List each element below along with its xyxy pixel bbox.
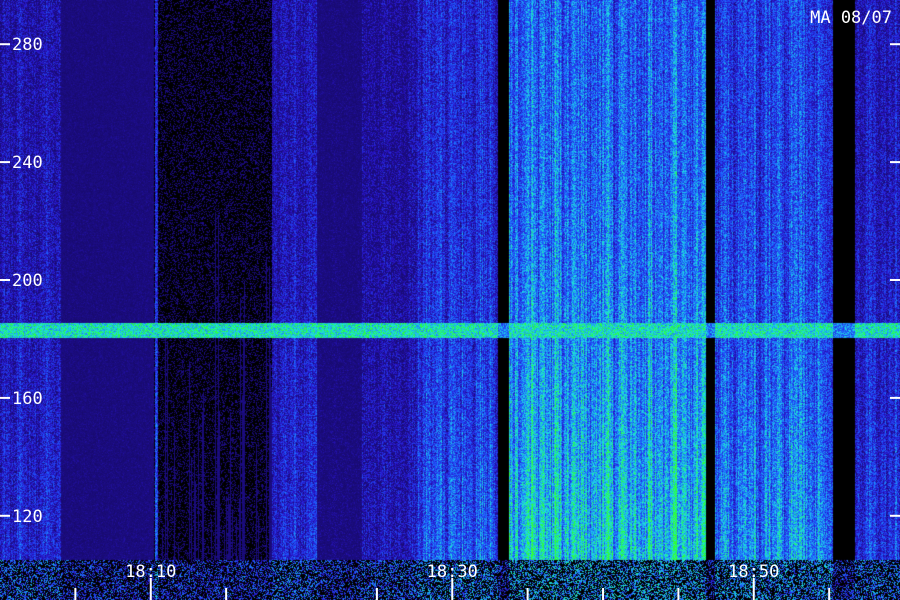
x-tick-label: 18:50 (728, 562, 779, 582)
y-tick-label: 240 (12, 153, 43, 173)
axes-overlay: 120 160 200 240 280 18:10 18:30 18:50 MA 08/07 (0, 8, 900, 600)
date-stamp: MA 08/07 (810, 8, 892, 28)
spectrogram-chart: 120 160 200 240 280 18:10 18:30 18:50 MA 08/07 (0, 0, 900, 600)
x-tick-label: 18:30 (427, 562, 478, 582)
y-tick-label: 160 (12, 389, 43, 409)
y-tick-label: 280 (12, 35, 43, 55)
y-tick-label: 120 (12, 507, 43, 527)
x-tick-label: 18:10 (125, 562, 176, 582)
x-axis: 18:10 18:30 18:50 (74, 562, 831, 600)
y-tick-label: 200 (12, 271, 43, 291)
y-axis: 120 160 200 240 280 (0, 35, 900, 527)
